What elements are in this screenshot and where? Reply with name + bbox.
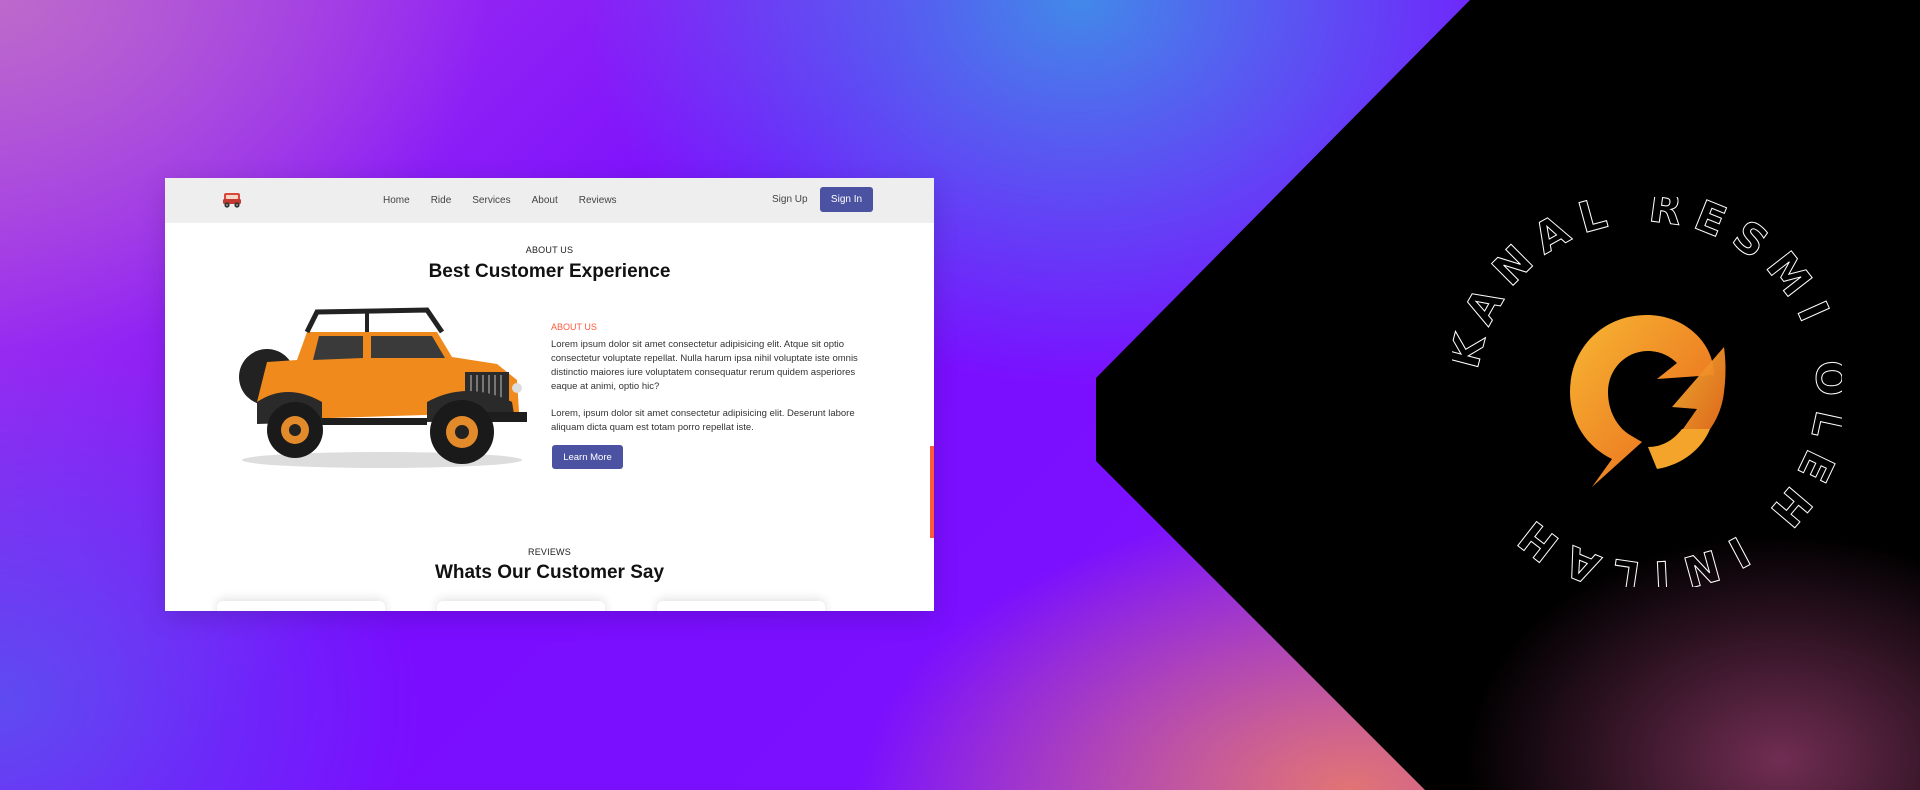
nav-services-link[interactable]: Services [472,195,510,206]
svg-text:KANAL RESMI OLEH INILAH: KANAL RESMI OLEH INILAH [1452,197,1842,587]
about-title: Best Customer Experience [428,261,671,282]
review-card [217,601,385,611]
review-card [657,601,825,611]
about-paragraph-1: Lorem ipsum dolor sit amet consectetur a… [551,339,858,392]
learn-more-button[interactable]: Learn More [552,445,623,469]
about-paragraph-2: Lorem, ipsum dolor sit amet consectetur … [551,408,855,433]
sign-up-link[interactable]: Sign Up [772,194,808,205]
nav-home-link[interactable]: Home [383,195,410,206]
website-preview-window: Home Ride Services About Reviews Sign Up… [165,178,934,611]
reviews-title: Whats Our Customer Say [434,562,665,583]
nav-about-link[interactable]: About [532,195,558,206]
reviews-eyebrow: REVIEWS [528,547,571,557]
main-menu: Home Ride Services About Reviews [383,178,617,223]
sign-in-button[interactable]: Sign In [820,187,873,212]
channel-emblem: KANAL RESMI OLEH INILAH [1452,197,1842,587]
about-eyebrow: ABOUT US [525,245,574,255]
emblem-ring-text: KANAL RESMI OLEH INILAH [1452,197,1842,587]
nav-reviews-link[interactable]: Reviews [579,195,617,206]
car-icon[interactable] [221,188,243,210]
nav-ride-link[interactable]: Ride [431,195,452,206]
jeep-image [239,307,527,468]
lightning-logo-icon [1570,315,1726,487]
about-tag: ABOUT US [551,322,597,332]
review-card [437,601,605,611]
scrollbar-thumb[interactable] [930,446,934,538]
navbar: Home Ride Services About Reviews Sign Up… [165,178,934,223]
